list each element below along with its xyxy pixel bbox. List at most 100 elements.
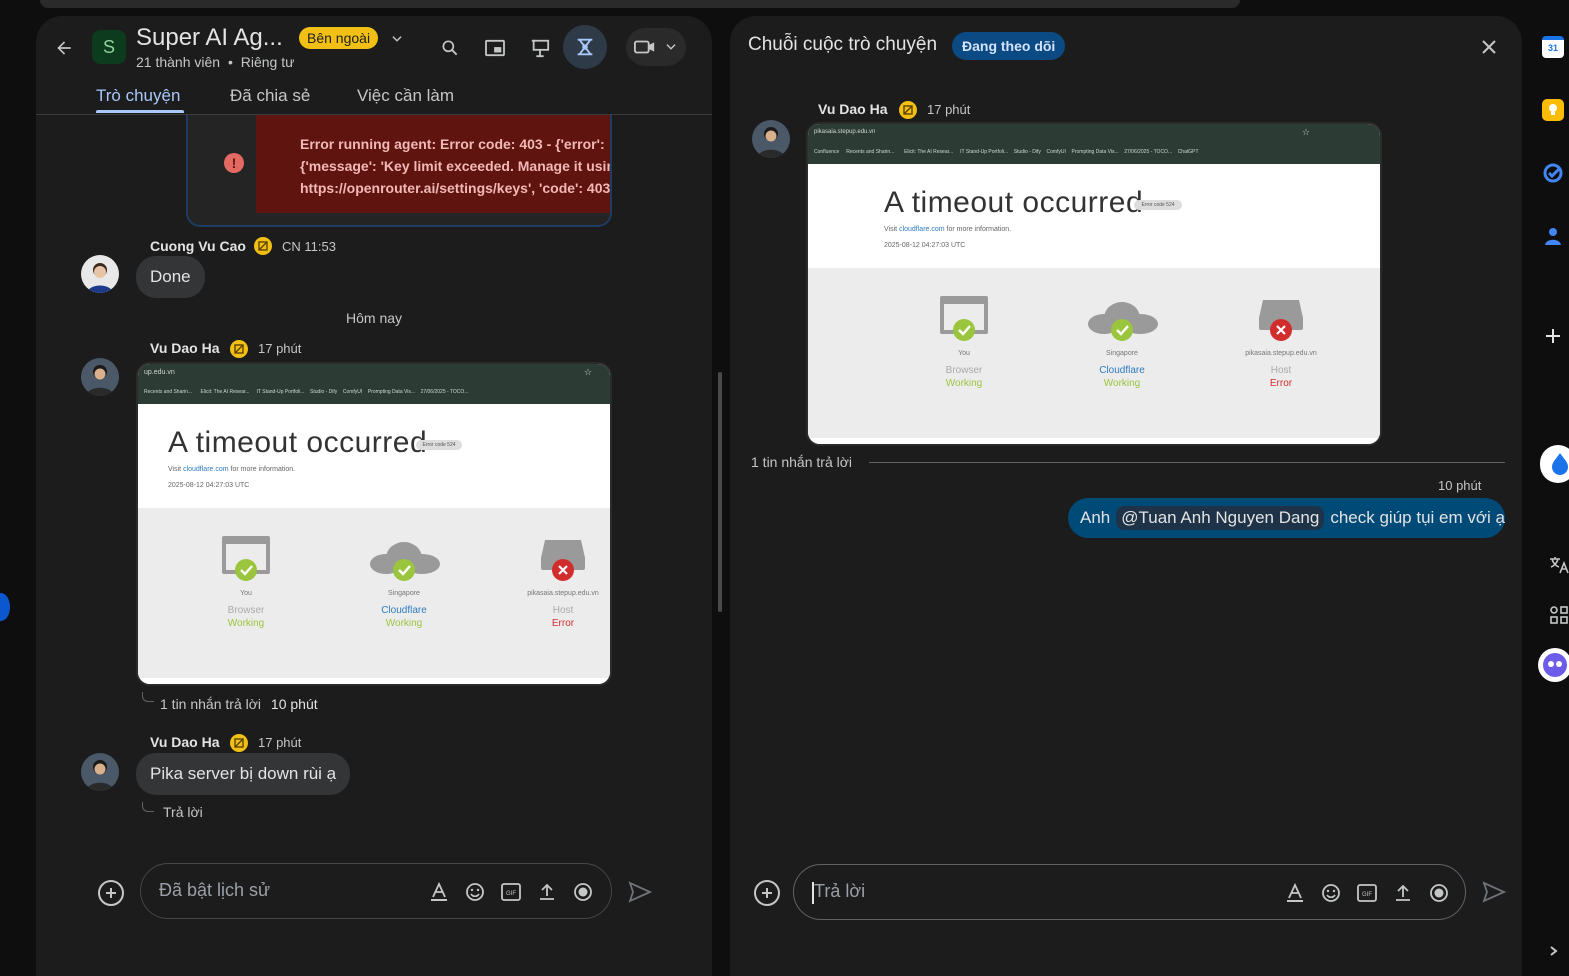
- send-icon[interactable]: [1480, 878, 1508, 906]
- bookmark: Elicit: The AI Resear...: [904, 149, 954, 155]
- visit-link: cloudflare.com: [183, 466, 229, 473]
- bookmark: ComfyUI: [342, 389, 363, 395]
- upload-icon[interactable]: [535, 880, 559, 904]
- format-text-icon[interactable]: [427, 880, 451, 904]
- avatar[interactable]: [81, 753, 119, 791]
- message-bubble[interactable]: Pika server bị down rùi ạ: [136, 753, 351, 795]
- message-bubble[interactable]: Done: [136, 256, 205, 298]
- side-handle[interactable]: [0, 593, 10, 621]
- column-location: Singapore: [388, 590, 420, 597]
- record-icon[interactable]: [571, 880, 595, 904]
- bookmark: ChatGPT: [1177, 149, 1199, 155]
- add-circle-icon[interactable]: [754, 880, 780, 906]
- column-status: Working: [385, 618, 423, 629]
- status-columns: You Browser Working Singapore Cloudflare…: [808, 268, 1380, 444]
- bookmark: Studio - Dify: [310, 389, 338, 395]
- status-column: pikasaia.stepup.edu.vn Host Error: [508, 534, 610, 629]
- screenshot-image[interactable]: up.edu.vn ☆ Recents and Sharin... Elicit:…: [136, 362, 612, 686]
- picture-in-picture-icon[interactable]: [481, 34, 509, 62]
- tab-tasks[interactable]: Việc cần làm: [357, 86, 454, 106]
- following-badge[interactable]: Đang theo dõi: [952, 32, 1066, 60]
- replies-divider: [869, 462, 1505, 463]
- bookmark: 27/06/2025 - TOCO...: [1124, 149, 1173, 155]
- thread-replies-link[interactable]: 1 tin nhắn trả lời 10 phút: [160, 696, 318, 712]
- search-icon[interactable]: [436, 34, 464, 62]
- keep-icon[interactable]: [1542, 99, 1564, 121]
- browser-icon: [940, 296, 988, 341]
- server-icon: [1259, 300, 1303, 341]
- author-name[interactable]: Vu Dao Ha: [818, 101, 888, 117]
- svg-text:GIF: GIF: [1362, 892, 1372, 898]
- space-avatar[interactable]: S: [92, 30, 126, 64]
- format-text-icon[interactable]: [1283, 881, 1307, 905]
- bookmark: 27/06/2025 - TOCO...: [420, 389, 469, 395]
- error-text: Error running agent: Error code: 403 - {…: [300, 133, 612, 199]
- error-icon: !: [224, 153, 244, 173]
- timeout-title: A timeout occurred: [884, 186, 1144, 219]
- emoji-icon[interactable]: [463, 880, 487, 904]
- add-circle-icon[interactable]: [98, 880, 124, 906]
- emoji-icon[interactable]: [1319, 881, 1343, 905]
- gif-icon[interactable]: GIF: [499, 880, 523, 904]
- author-name[interactable]: Vu Dao Ha: [150, 734, 220, 750]
- bookmarks-bar: Confluence Recents and Sharin... Elicit:…: [808, 144, 1380, 164]
- space-title[interactable]: Super AI Ag...: [136, 24, 283, 52]
- author-name[interactable]: Vu Dao Ha: [150, 340, 220, 356]
- avatar[interactable]: [81, 358, 119, 396]
- my-message-bubble[interactable]: Anh @Tuan Anh Nguyen Dang check giúp tụi…: [1068, 498, 1505, 538]
- translate-icon[interactable]: [1548, 554, 1569, 576]
- external-user-icon: [230, 340, 248, 358]
- tab-chat[interactable]: Trò chuyện: [96, 86, 180, 106]
- browser-icon: [222, 536, 270, 581]
- chevron-down-icon[interactable]: [386, 28, 408, 50]
- column-status: Working: [227, 618, 265, 629]
- timestamp: 2025-08-12 04:27:03 UTC: [884, 242, 966, 249]
- tasks-icon[interactable]: [1542, 162, 1564, 184]
- add-icon[interactable]: [1542, 325, 1564, 347]
- reply-in-thread-link[interactable]: Trả lời: [163, 804, 203, 820]
- calendar-icon[interactable]: 31: [1542, 36, 1564, 58]
- timeout-header: A timeout occurred Error code 524 Visit …: [808, 164, 1380, 268]
- reply-time: 10 phút: [1438, 478, 1482, 493]
- user-mention[interactable]: @Tuan Anh Nguyen Dang: [1116, 506, 1325, 530]
- assistant-bot-icon[interactable]: [1538, 648, 1569, 682]
- record-icon[interactable]: [1427, 881, 1451, 905]
- url-bar: up.edu.vn ☆: [138, 364, 610, 384]
- url-text: up.edu.vn: [144, 369, 175, 376]
- visit-text: Visit cloudflare.com for more informatio…: [884, 226, 1011, 233]
- visit-suffix: for more information.: [946, 226, 1012, 233]
- video-call-button[interactable]: [626, 28, 686, 66]
- screenshot-image[interactable]: pikasaia.stepup.edu.vn ☆ Confluence Recen…: [806, 122, 1382, 446]
- column-name: Cloudflare: [1099, 365, 1145, 376]
- contacts-icon[interactable]: [1542, 225, 1564, 247]
- external-user-icon: [254, 237, 272, 255]
- thread-connector: [142, 692, 154, 702]
- reply-input[interactable]: Trả lời GIF: [793, 864, 1466, 920]
- gif-icon[interactable]: GIF: [1355, 881, 1379, 905]
- bookmark: Studio - Dify: [1013, 149, 1041, 155]
- avatar[interactable]: [81, 255, 119, 293]
- column-location: You: [240, 590, 252, 597]
- extension-bubble-icon[interactable]: [1540, 445, 1569, 483]
- apps-grid-icon[interactable]: [1548, 604, 1569, 626]
- pin-board-icon[interactable]: [526, 34, 554, 62]
- chevron-right-icon[interactable]: [1546, 944, 1560, 958]
- reply-count[interactable]: 1 tin nhắn trả lời: [160, 696, 261, 712]
- message-input[interactable]: Đã bật lịch sử GIF: [140, 863, 612, 919]
- send-icon[interactable]: [626, 878, 654, 906]
- member-count: 21 thành viên: [136, 54, 221, 70]
- error-line: {'message': 'Key limit exceeded. Manage …: [300, 158, 612, 174]
- apps-agent-icon[interactable]: [563, 25, 607, 69]
- tab-shared[interactable]: Đã chia sẻ: [230, 86, 310, 106]
- scrollbar[interactable]: [718, 372, 722, 612]
- bookmark: Recents and Sharin...: [846, 149, 895, 155]
- close-icon[interactable]: [1476, 34, 1502, 60]
- bookmarks-bar: Recents and Sharin... Elicit: The AI Res…: [138, 384, 610, 404]
- message-time: 17 phút: [258, 341, 302, 356]
- upload-icon[interactable]: [1391, 881, 1415, 905]
- status-column: You Browser Working: [916, 294, 1012, 389]
- back-arrow-icon[interactable]: [50, 36, 78, 60]
- avatar[interactable]: [752, 120, 790, 158]
- url-text: pikasaia.stepup.edu.vn: [814, 129, 876, 135]
- author-name[interactable]: Cuong Vu Cao: [150, 238, 246, 254]
